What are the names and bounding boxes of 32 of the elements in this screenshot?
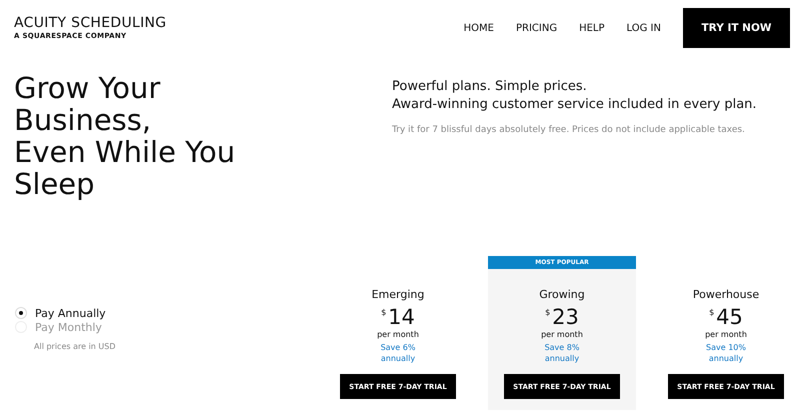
hero-title: Sleep [14, 168, 96, 200]
headline: Award-winning customer service included in every plan. [392, 96, 757, 114]
plan-name: Emerging [372, 288, 424, 301]
price-period: per month [705, 330, 747, 339]
plan-price: 23 [552, 306, 579, 328]
plan-price: 14 [388, 306, 415, 328]
nav-link[interactable]: LOG IN [626, 22, 661, 34]
savings-text: Save 6% annually [380, 342, 416, 364]
nav-link[interactable]: HELP [579, 22, 605, 34]
currency-note: All prices are in USD [34, 342, 116, 351]
nav-link[interactable]: PRICING [516, 22, 558, 34]
try-it-now-button[interactable]: TRY IT NOW [683, 8, 790, 48]
currency-symbol: $ [381, 308, 386, 317]
nav-link[interactable]: HOME [464, 22, 494, 34]
billing-option-label: Pay Annually [35, 306, 106, 320]
price-period: per month [541, 330, 583, 339]
logo-name: ACUITY SCHEDULING [14, 16, 166, 31]
trial-note: Try it for 7 blissful days absolutely free. Prices do not include applicable taxes. [392, 125, 746, 135]
hero-title: Even While You [14, 136, 236, 168]
hero-title: Business, [14, 104, 152, 136]
headline: Powerful plans. Simple prices. [392, 78, 588, 96]
billing-option-label: Pay Monthly [35, 320, 102, 334]
plan-name: Powerhouse [692, 288, 760, 301]
savings-text: Save 8% annually [544, 342, 580, 364]
currency-symbol: $ [545, 308, 550, 317]
plan-price: 45 [716, 306, 743, 328]
currency-symbol: $ [709, 308, 714, 317]
hero-title: Grow Your [14, 72, 162, 104]
plan-name: Growing [539, 288, 585, 301]
savings-text: Save 10% annually [706, 342, 746, 364]
radio-button[interactable] [15, 307, 27, 319]
price-period: per month [377, 330, 419, 339]
